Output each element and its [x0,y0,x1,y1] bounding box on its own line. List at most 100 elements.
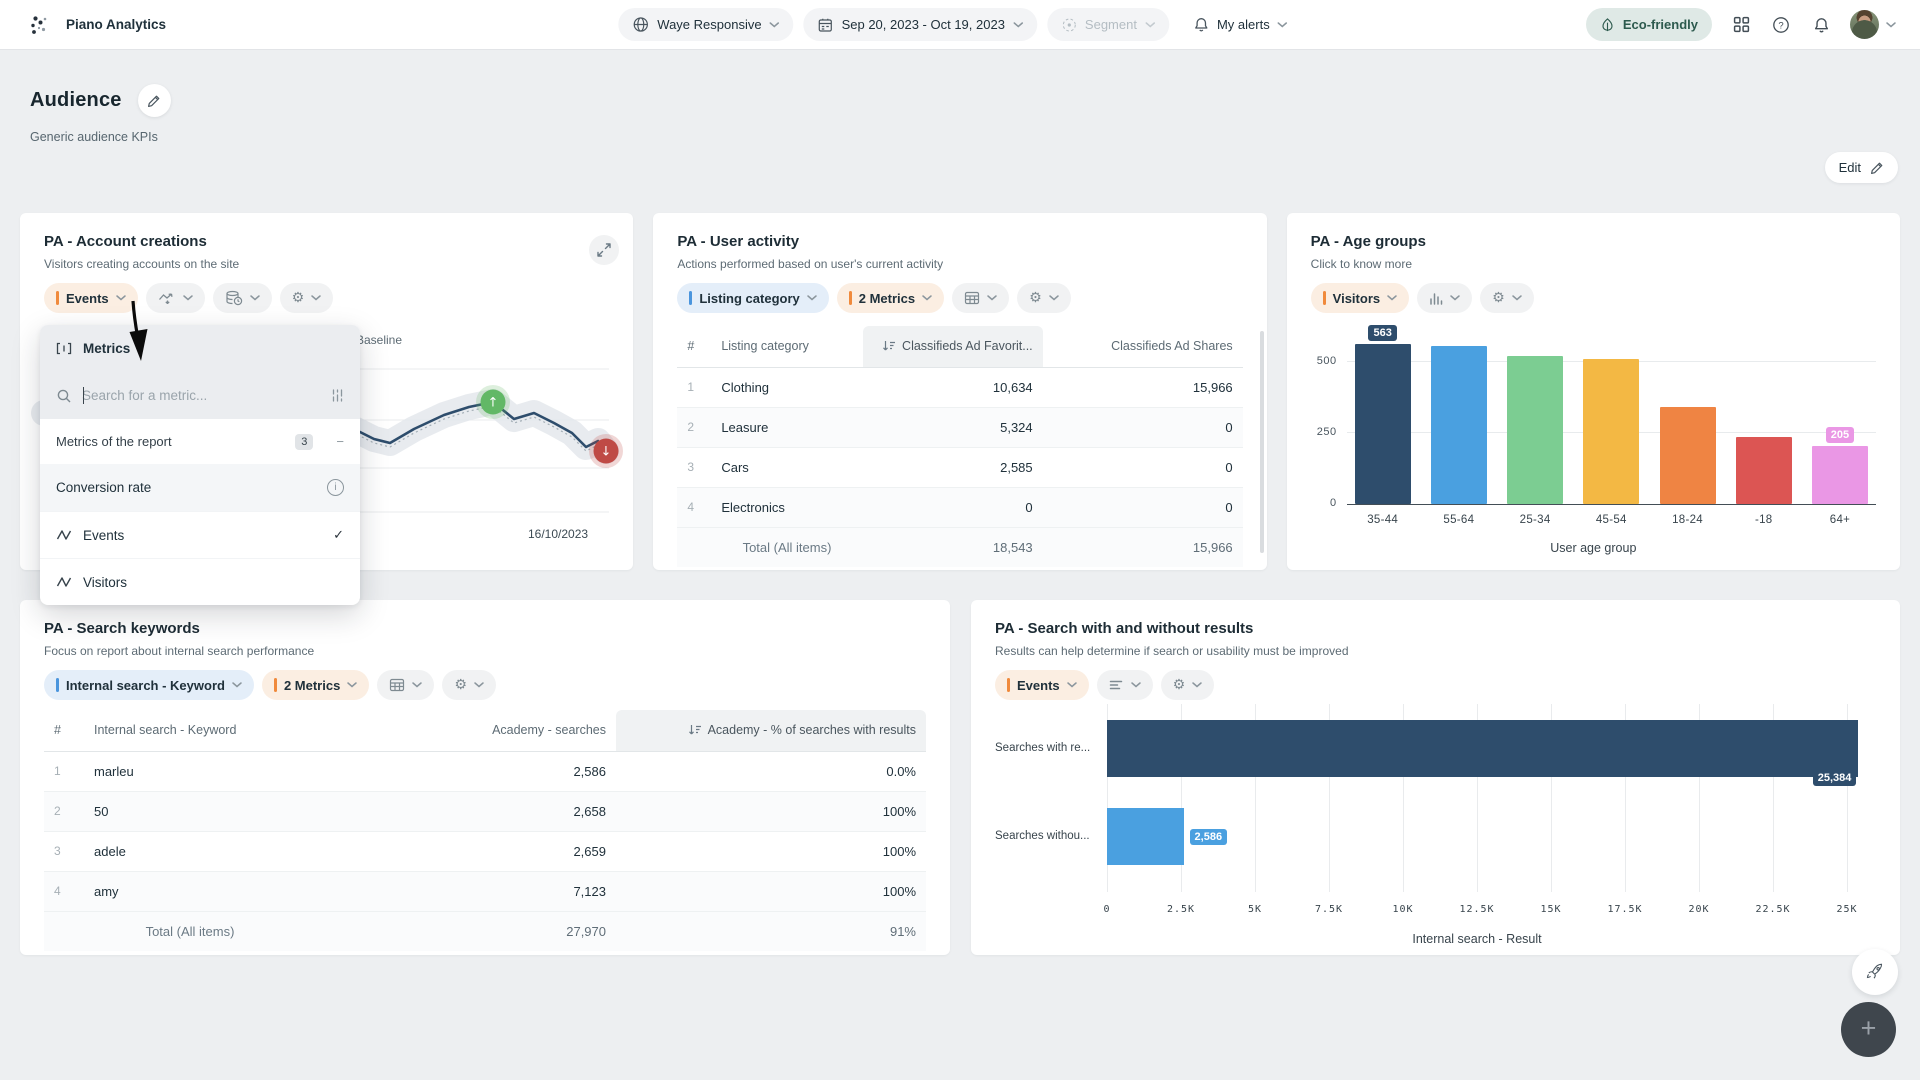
total-label: Total (All items) [711,527,862,567]
chevron-down-icon [1886,22,1896,28]
column-header[interactable]: Classifieds Ad Favorit... [863,326,1043,367]
date-range-picker[interactable]: Sep 20, 2023 - Oct 19, 2023 [804,8,1037,41]
table-scrollbar[interactable] [1260,331,1264,553]
x-axis-tick: 55-64 [1431,514,1487,526]
legend-label: Baseline [356,333,402,347]
x-axis-tick: 7.5K [1315,904,1343,915]
table-row[interactable]: 2Leasure5,3240 [677,407,1242,447]
table-row[interactable]: 3Cars2,5850 [677,447,1242,487]
visualization-chip[interactable] [1097,670,1153,700]
metric-search-input[interactable] [82,388,321,403]
notifications-button[interactable] [1810,14,1832,36]
dimension-color-bar [56,678,59,692]
metrics-chip[interactable]: 2 Metrics [837,283,944,313]
info-icon[interactable]: i [327,479,344,496]
metric-option-conversion-rate[interactable]: Conversion rate i [40,464,360,511]
metric-option-events[interactable]: Events ✓ [40,511,360,558]
metric-option-label: Conversion rate [56,480,151,495]
metric-chip-events[interactable]: Events [44,283,138,313]
table-row[interactable]: 4amy7,123100% [44,871,926,911]
bar-55-64[interactable] [1431,346,1487,504]
table-cell: 100% [616,871,926,911]
eco-friendly-badge[interactable]: Eco-friendly [1586,8,1712,41]
visualization-chip[interactable] [377,670,434,700]
metric-line-icon [56,576,72,588]
metrics-chip[interactable]: 2 Metrics [262,670,369,700]
x-axis-tick: 17.5K [1607,904,1642,915]
search-icon [56,388,72,404]
table-cell: 3 [44,831,84,871]
help-button[interactable]: ? [1770,14,1792,36]
bar-18-24[interactable] [1660,407,1716,504]
metric-chip-events[interactable]: Events [995,670,1089,700]
dropdown-section-metrics-of-report: Metrics of the report 3 − [40,419,360,464]
settings-chip[interactable]: ⚙ [1480,283,1534,313]
bar-64+[interactable] [1812,446,1868,504]
total-value: 18,543 [863,527,1043,567]
bar-25-34[interactable] [1507,356,1563,504]
settings-chip[interactable]: ⚙ [1161,670,1215,700]
column-header[interactable]: # [677,326,711,367]
table-cell: Clothing [711,367,862,407]
period-comparison-chip[interactable] [213,283,272,313]
bar--18[interactable] [1736,437,1792,504]
gear-icon: ⚙ [454,678,467,692]
table-row[interactable]: 1marleu2,5860.0% [44,751,926,791]
age-groups-xlabels: 35-4455-6425-3445-5418-24-1864+ [1347,514,1876,526]
bar-Searches with re...[interactable]: 25,384 [1107,720,1858,777]
segment-selector[interactable]: Segment [1047,8,1169,41]
comparison-chip[interactable] [146,283,205,313]
table-cell: marleu [84,751,296,791]
table-row[interactable]: 3adele2,659100% [44,831,926,871]
bar-Searches withou...[interactable]: 2,586 [1107,808,1184,865]
table-cell: 0 [1043,407,1243,447]
user-menu[interactable] [1850,10,1896,39]
my-alerts-menu[interactable]: My alerts [1179,8,1302,41]
edit-dashboard-button[interactable]: Edit [1825,152,1898,183]
table-row[interactable]: 4Electronics00 [677,487,1242,527]
chevron-down-icon [807,295,817,301]
card-account-creations: PA - Account creations Visitors creating… [20,213,633,570]
page-subtitle: Generic audience KPIs [30,130,171,144]
card-title: PA - Age groups [1311,233,1876,250]
apps-grid-button[interactable] [1730,14,1752,36]
settings-chip[interactable]: ⚙ [280,283,334,313]
bar-35-44[interactable] [1355,344,1411,504]
dimension-chip-internal-search-keyword[interactable]: Internal search - Keyword [44,670,254,700]
metric-option-label: Events [83,528,124,543]
bell-icon [1813,16,1830,34]
settings-chip[interactable]: ⚙ [1017,283,1071,313]
column-header[interactable]: Academy - searches [296,710,616,751]
metric-option-visitors[interactable]: Visitors [40,558,360,605]
marker-up-icon[interactable]: ↑ [476,385,510,419]
table-row[interactable]: 2502,658100% [44,791,926,831]
data-table: #Internal search - KeywordAcademy - sear… [44,710,926,951]
column-header[interactable]: Classifieds Ad Shares [1043,326,1243,367]
column-header[interactable]: # [44,710,84,751]
visualization-chip[interactable] [952,283,1009,313]
table-cell: 2 [44,791,84,831]
column-header[interactable]: Internal search - Keyword [84,710,296,751]
metric-color-bar [274,678,277,692]
bar-45-54[interactable] [1583,359,1639,504]
dimension-chip-listing-category[interactable]: Listing category [677,283,828,313]
page-head: Audience Generic audience KPIs [30,84,171,144]
settings-chip[interactable]: ⚙ [442,670,496,700]
quick-actions-button[interactable] [1852,949,1898,995]
table-row[interactable]: 1Clothing10,63415,966 [677,367,1242,407]
help-icon: ? [1772,16,1790,34]
collapse-section-icon[interactable]: − [336,434,344,449]
table-cell: 10,634 [863,367,1043,407]
marker-down-icon[interactable]: ↓ [589,434,623,468]
advanced-filters-icon[interactable] [331,389,344,402]
column-header[interactable]: Academy - % of searches with results [616,710,926,751]
add-widget-button[interactable]: + [1841,1002,1896,1057]
rename-dashboard-button[interactable] [138,84,171,117]
y-axis-category: Searches withou... [995,830,1099,842]
metric-chip-label: Events [1017,678,1060,693]
column-header[interactable]: Listing category [711,326,862,367]
workspace-selector[interactable]: Waye Responsive [618,8,793,41]
metric-chip-visitors[interactable]: Visitors [1311,283,1409,313]
table-cell: 15,966 [1043,367,1243,407]
visualization-chip[interactable] [1417,283,1472,313]
